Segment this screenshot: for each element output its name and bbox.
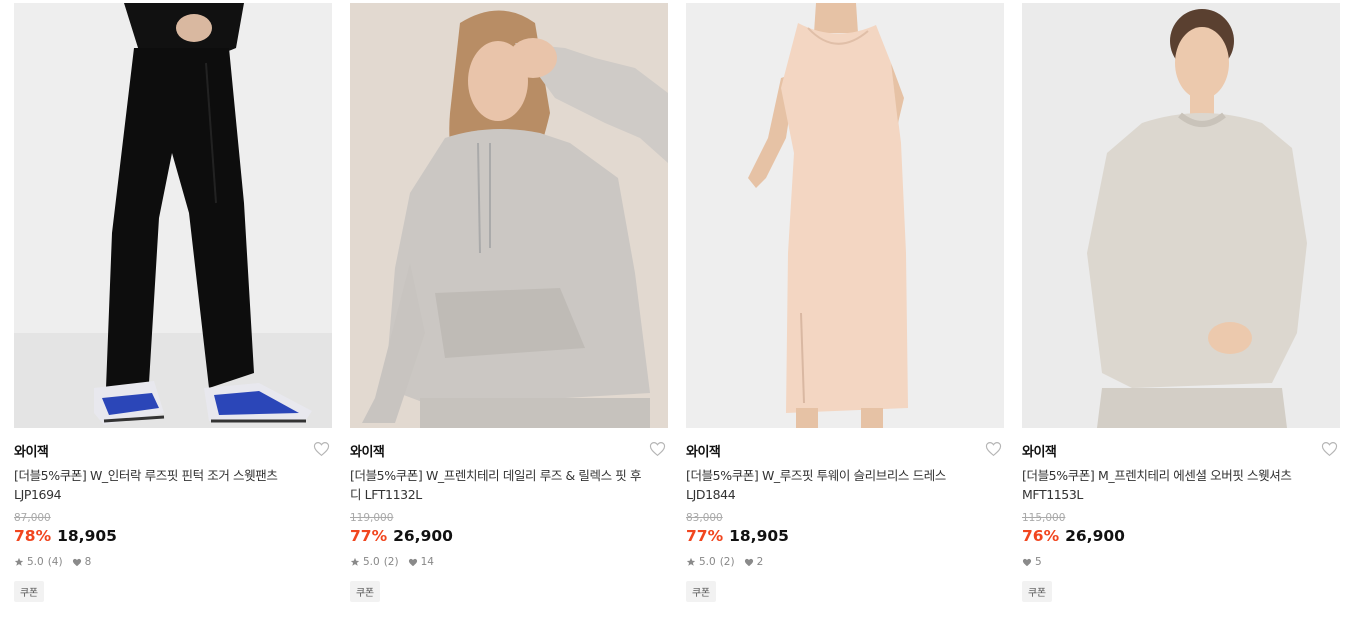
- product-image[interactable]: [14, 3, 332, 428]
- product-card[interactable]: 와이잭 [더블5%쿠폰] M_프렌치테리 에센셜 오버핏 스웻셔츠 MFT115…: [1022, 3, 1340, 602]
- review-count: (2): [383, 556, 399, 568]
- product-title[interactable]: [더블5%쿠폰] M_프렌치테리 에센셜 오버핏 스웻셔츠 MFT1153L: [1022, 466, 1322, 504]
- rating-value: 5.0: [699, 556, 716, 568]
- heart-icon[interactable]: [313, 441, 330, 457]
- heart-icon[interactable]: [1321, 441, 1338, 457]
- likes-count: 2: [756, 556, 764, 568]
- original-price: 115,000: [1022, 512, 1066, 524]
- product-card[interactable]: 와이잭 [더블5%쿠폰] W_루즈핏 투웨이 슬리브리스 드레스 LJD1844…: [686, 3, 1004, 602]
- review-meta: 5.0 (4) 8: [14, 556, 100, 568]
- brand-name[interactable]: 와이잭: [14, 441, 49, 460]
- price-line: 77% 18,905: [686, 527, 789, 545]
- rating-value: 5.0: [363, 556, 380, 568]
- sale-price: 26,900: [1065, 527, 1125, 545]
- product-card[interactable]: 와이잭 [더블5%쿠폰] W_인터락 루즈핏 핀턱 조거 스웻팬츠 LJP169…: [14, 3, 332, 602]
- brand-name[interactable]: 와이잭: [686, 441, 721, 460]
- product-photo-beige-sleeveless-dress: [686, 3, 1004, 428]
- original-price: 119,000: [350, 512, 394, 524]
- coupon-badge: 쿠폰: [350, 581, 380, 602]
- rating-value: 5.0: [27, 556, 44, 568]
- product-title[interactable]: [더블5%쿠폰] W_인터락 루즈핏 핀턱 조거 스웻팬츠 LJP1694: [14, 466, 314, 504]
- brand-name[interactable]: 와이잭: [350, 441, 385, 460]
- heart-filled-icon: [744, 558, 753, 566]
- coupon-badge: 쿠폰: [14, 581, 44, 602]
- discount-rate: 77%: [350, 527, 388, 545]
- price-line: 77% 26,900: [350, 527, 453, 545]
- heart-filled-icon: [408, 558, 417, 566]
- sale-price: 18,905: [729, 527, 789, 545]
- likes-group: 14: [408, 556, 434, 568]
- product-title[interactable]: [더블5%쿠폰] W_루즈핏 투웨이 슬리브리스 드레스 LJD1844: [686, 466, 986, 504]
- heart-icon[interactable]: [985, 441, 1002, 457]
- heart-filled-icon: [72, 558, 81, 566]
- product-photo-oatmeal-sweatshirt: [1022, 3, 1340, 428]
- product-photo-black-jogger-pants: [14, 3, 332, 428]
- brand-name[interactable]: 와이잭: [1022, 441, 1057, 460]
- review-count: (4): [47, 556, 63, 568]
- likes-group: 2: [744, 556, 764, 568]
- original-price: 87,000: [14, 512, 51, 524]
- review-count: (2): [719, 556, 735, 568]
- star-icon: [686, 557, 696, 566]
- coupon-badge: 쿠폰: [1022, 581, 1052, 602]
- likes-count: 5: [1035, 556, 1042, 568]
- review-meta: 5.0 (2) 14: [350, 556, 443, 568]
- discount-rate: 78%: [14, 527, 52, 545]
- product-photo-grey-hoodie: [350, 3, 668, 428]
- price-line: 78% 18,905: [14, 527, 117, 545]
- likes-count: 8: [84, 556, 92, 568]
- product-grid: 와이잭 [더블5%쿠폰] W_인터락 루즈핏 핀턱 조거 스웻팬츠 LJP169…: [0, 0, 1347, 632]
- product-image[interactable]: [686, 3, 1004, 428]
- coupon-badge: 쿠폰: [686, 581, 716, 602]
- rating-group: 5.0 (4): [14, 556, 63, 568]
- product-image[interactable]: [350, 3, 668, 428]
- discount-rate: 77%: [686, 527, 724, 545]
- product-image[interactable]: [1022, 3, 1340, 428]
- sale-price: 18,905: [57, 527, 117, 545]
- original-price: 83,000: [686, 512, 723, 524]
- likes-count: 14: [420, 556, 434, 568]
- likes-group: 5: [1022, 556, 1042, 568]
- price-line: 76% 26,900: [1022, 527, 1125, 545]
- star-icon: [350, 557, 360, 566]
- rating-group: 5.0 (2): [350, 556, 399, 568]
- sale-price: 26,900: [393, 527, 453, 545]
- rating-group: 5.0 (2): [686, 556, 735, 568]
- product-card[interactable]: 와이잭 [더블5%쿠폰] W_프렌치테리 데일리 루즈 & 릴렉스 핏 후디 L…: [350, 3, 668, 602]
- discount-rate: 76%: [1022, 527, 1060, 545]
- product-title[interactable]: [더블5%쿠폰] W_프렌치테리 데일리 루즈 & 릴렉스 핏 후디 LFT11…: [350, 466, 650, 504]
- star-icon: [14, 557, 24, 566]
- review-meta: 5: [1022, 556, 1051, 568]
- review-meta: 5.0 (2) 2: [686, 556, 772, 568]
- heart-icon[interactable]: [649, 441, 666, 457]
- heart-filled-icon: [1022, 558, 1032, 566]
- likes-group: 8: [72, 556, 92, 568]
